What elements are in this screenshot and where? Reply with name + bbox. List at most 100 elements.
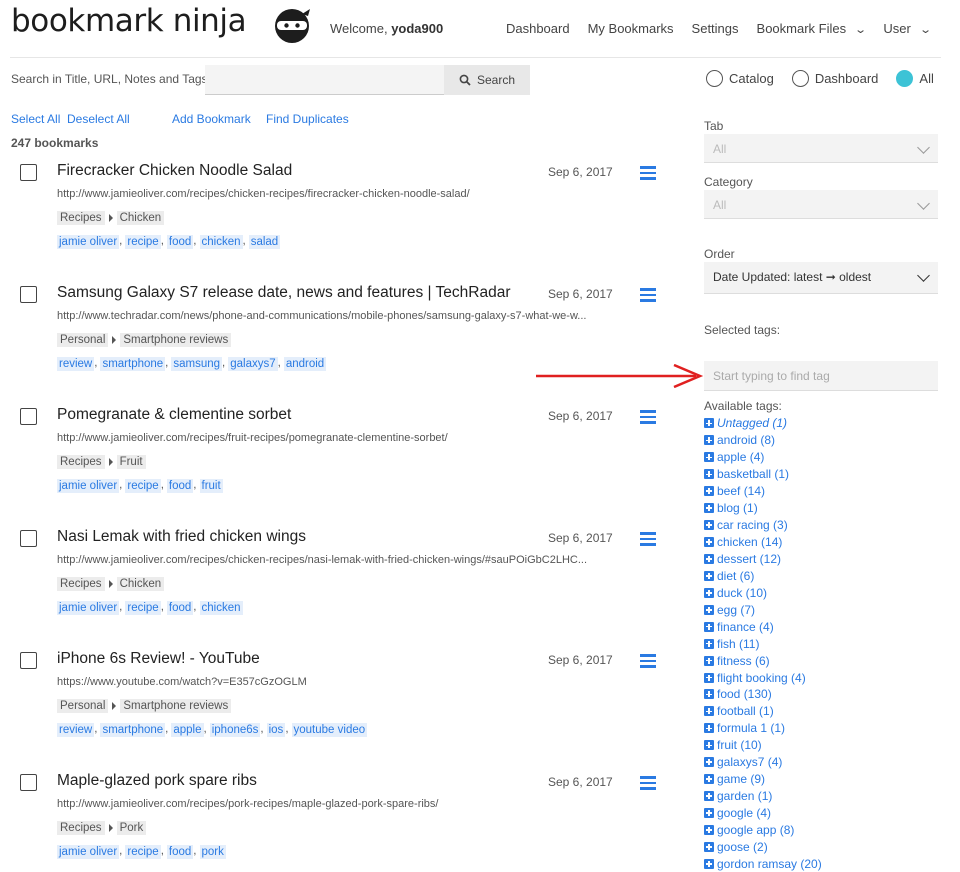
tag-link[interactable]: food: [166, 235, 194, 249]
bookmark-tab[interactable]: Recipes: [57, 211, 105, 225]
available-tag-item[interactable]: dessert (12): [704, 551, 822, 568]
hamburger-menu-icon[interactable]: [640, 410, 656, 424]
tag-link[interactable]: review: [57, 723, 95, 737]
bookmark-url[interactable]: http://www.jamieoliver.com/recipes/chick…: [57, 188, 632, 200]
bookmark-tab[interactable]: Recipes: [57, 577, 105, 591]
available-tag-item[interactable]: gordon ramsay (20): [704, 855, 822, 872]
radio-all[interactable]: All: [896, 70, 934, 87]
bookmark-url[interactable]: http://www.jamieoliver.com/recipes/fruit…: [57, 432, 632, 444]
bookmark-checkbox[interactable]: [20, 652, 37, 669]
tag-search-input[interactable]: [704, 361, 938, 391]
bookmark-checkbox[interactable]: [20, 774, 37, 791]
bookmark-url[interactable]: http://www.techradar.com/news/phone-and-…: [57, 310, 632, 322]
available-tag-item[interactable]: football (1): [704, 703, 822, 720]
bookmark-url[interactable]: http://www.jamieoliver.com/recipes/pork-…: [57, 798, 632, 810]
bookmark-category[interactable]: Chicken: [116, 577, 165, 591]
category-filter-select[interactable]: All: [704, 190, 938, 219]
available-tag-item[interactable]: Untagged (1): [704, 415, 822, 432]
tag-link[interactable]: chicken: [199, 235, 243, 249]
tab-filter-select[interactable]: All: [704, 134, 938, 163]
available-tag-item[interactable]: formula 1 (1): [704, 720, 822, 737]
available-tag-item[interactable]: beef (14): [704, 483, 822, 500]
hamburger-menu-icon[interactable]: [640, 532, 656, 546]
available-tag-item[interactable]: fitness (6): [704, 652, 822, 669]
tag-link[interactable]: recipe: [125, 479, 161, 493]
available-tag-item[interactable]: finance (4): [704, 618, 822, 635]
tag-link[interactable]: smartphone: [100, 723, 166, 737]
bookmark-checkbox[interactable]: [20, 286, 37, 303]
hamburger-menu-icon[interactable]: [640, 288, 656, 302]
tag-link[interactable]: galaxys7: [228, 357, 278, 371]
hamburger-menu-icon[interactable]: [640, 654, 656, 668]
bookmark-tab[interactable]: Personal: [57, 333, 109, 347]
select-all-link[interactable]: Select All: [11, 112, 60, 126]
available-tag-item[interactable]: flight booking (4): [704, 669, 822, 686]
nav-user[interactable]: User ⌄: [883, 21, 932, 36]
available-tag-item[interactable]: food (130): [704, 686, 822, 703]
bookmark-title[interactable]: Pomegranate & clementine sorbet: [57, 406, 291, 424]
tag-link[interactable]: food: [166, 479, 194, 493]
available-tag-item[interactable]: google app (8): [704, 822, 822, 839]
add-bookmark-link[interactable]: Add Bookmark: [172, 112, 251, 126]
order-select[interactable]: Date Updated: latest ➞ oldest: [704, 262, 938, 294]
nav-bookmark-files[interactable]: Bookmark Files ⌄: [757, 21, 868, 36]
bookmark-category[interactable]: Fruit: [116, 455, 146, 469]
radio-dashboard[interactable]: Dashboard: [791, 70, 878, 87]
radio-catalog[interactable]: Catalog: [706, 70, 774, 87]
tag-link[interactable]: smartphone: [100, 357, 166, 371]
tag-link[interactable]: android: [283, 357, 327, 371]
search-input[interactable]: [205, 65, 445, 95]
tag-link[interactable]: youtube video: [291, 723, 368, 737]
bookmark-checkbox[interactable]: [20, 164, 37, 181]
nav-my-bookmarks[interactable]: My Bookmarks: [588, 21, 674, 36]
tag-link[interactable]: jamie oliver: [57, 235, 120, 249]
tag-link[interactable]: jamie oliver: [57, 601, 120, 615]
available-tag-item[interactable]: goose (2): [704, 838, 822, 855]
nav-dashboard[interactable]: Dashboard: [506, 21, 570, 36]
available-tag-item[interactable]: diet (6): [704, 567, 822, 584]
tag-link[interactable]: jamie oliver: [57, 845, 120, 859]
deselect-all-link[interactable]: Deselect All: [67, 112, 130, 126]
tag-link[interactable]: ios: [266, 723, 286, 737]
tag-link[interactable]: pork: [199, 845, 226, 859]
search-button[interactable]: Search: [444, 65, 530, 95]
hamburger-menu-icon[interactable]: [640, 776, 656, 790]
available-tag-item[interactable]: game (9): [704, 771, 822, 788]
find-duplicates-link[interactable]: Find Duplicates: [266, 112, 349, 126]
nav-settings[interactable]: Settings: [692, 21, 739, 36]
tag-link[interactable]: fruit: [199, 479, 223, 493]
bookmark-category[interactable]: Smartphone reviews: [120, 333, 232, 347]
available-tag-item[interactable]: apple (4): [704, 449, 822, 466]
bookmark-title[interactable]: Firecracker Chicken Noodle Salad: [57, 162, 292, 180]
bookmark-category[interactable]: Chicken: [116, 211, 165, 225]
available-tag-item[interactable]: galaxys7 (4): [704, 754, 822, 771]
tag-link[interactable]: review: [57, 357, 95, 371]
bookmark-url[interactable]: http://www.jamieoliver.com/recipes/chick…: [57, 554, 632, 566]
tag-link[interactable]: food: [166, 601, 194, 615]
tag-link[interactable]: recipe: [125, 845, 161, 859]
available-tag-item[interactable]: fruit (10): [704, 737, 822, 754]
hamburger-menu-icon[interactable]: [640, 166, 656, 180]
tag-link[interactable]: chicken: [199, 601, 243, 615]
available-tag-item[interactable]: google (4): [704, 805, 822, 822]
available-tag-item[interactable]: android (8): [704, 432, 822, 449]
bookmark-tab[interactable]: Personal: [57, 699, 109, 713]
bookmark-title[interactable]: Maple-glazed pork spare ribs: [57, 772, 257, 790]
tag-link[interactable]: salad: [248, 235, 281, 249]
available-tag-item[interactable]: fish (11): [704, 635, 822, 652]
available-tag-item[interactable]: chicken (14): [704, 534, 822, 551]
bookmark-tab[interactable]: Recipes: [57, 455, 105, 469]
tag-link[interactable]: iphone6s: [209, 723, 261, 737]
bookmark-title[interactable]: Nasi Lemak with fried chicken wings: [57, 528, 306, 546]
logo[interactable]: bookmark ninja: [11, 3, 247, 39]
tag-link[interactable]: recipe: [125, 601, 161, 615]
bookmark-category[interactable]: Pork: [116, 821, 147, 835]
bookmark-checkbox[interactable]: [20, 530, 37, 547]
tag-link[interactable]: jamie oliver: [57, 479, 120, 493]
available-tag-item[interactable]: basketball (1): [704, 466, 822, 483]
available-tag-item[interactable]: blog (1): [704, 500, 822, 517]
bookmark-url[interactable]: https://www.youtube.com/watch?v=E357cGzO…: [57, 676, 632, 688]
tag-link[interactable]: recipe: [125, 235, 161, 249]
tag-link[interactable]: apple: [171, 723, 204, 737]
available-tag-item[interactable]: egg (7): [704, 601, 822, 618]
